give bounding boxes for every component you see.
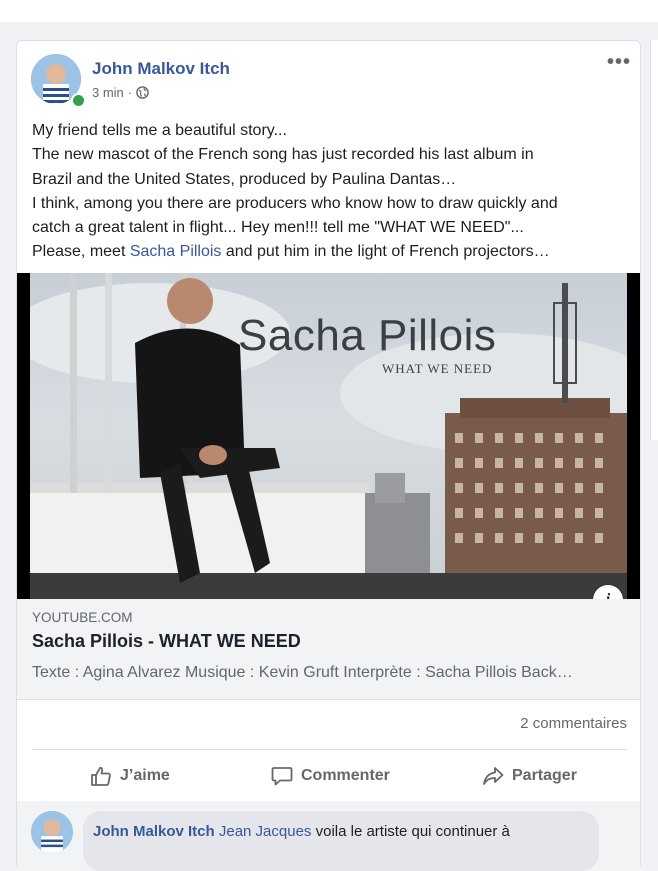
comment-author[interactable]: John Malkov Itch <box>93 823 215 840</box>
share-button[interactable]: Partager <box>482 759 577 793</box>
post-text-line: My friend tells me a beautiful story... <box>32 122 287 139</box>
top-bar <box>0 0 658 22</box>
like-label: J’aime <box>120 767 170 784</box>
comments-count[interactable]: 2 commentaires <box>487 715 627 732</box>
speech-bubble-icon <box>271 767 293 786</box>
post-text-suffix: and put him in the light of French proje… <box>221 243 550 261</box>
thumbnail-subtitle: WHAT WE NEED <box>382 361 493 376</box>
meta-separator: · <box>127 85 133 100</box>
like-button[interactable]: J’aime <box>90 759 170 793</box>
comments-section: John Malkov Itch Jean Jacques voila le a… <box>17 801 640 871</box>
post-text-line: The new mascot of the French song has ju… <box>32 146 534 164</box>
link-description: Texte : Agina Alvarez Musique : Kevin Gr… <box>32 664 573 681</box>
post-text-line: I think, among you there are producers w… <box>32 194 558 212</box>
link-domain: YOUTUBE.COM <box>32 610 133 625</box>
link-title[interactable]: Sacha Pillois - WHAT WE NEED <box>32 631 301 652</box>
comment-text: John Malkov Itch Jean Jacques voila le a… <box>93 823 510 840</box>
comment-bubble: John Malkov Itch Jean Jacques voila le a… <box>83 811 599 871</box>
post-text: My friend tells me a beautiful story... … <box>32 119 632 265</box>
post-text-line-last: Please, meet Sacha Pillois and put him i… <box>32 240 632 264</box>
comment-button[interactable]: Commenter <box>271 759 390 793</box>
post-text-line: catch a great talent in flight... Hey me… <box>32 219 524 237</box>
comment-label: Commenter <box>301 767 390 784</box>
post-text-prefix: Please, meet <box>32 243 130 261</box>
post-card: John Malkov Itch 3 min · ••• My friend t… <box>16 40 641 871</box>
commenter-avatar[interactable] <box>31 811 73 853</box>
online-status-dot <box>71 93 86 108</box>
comment-mention[interactable]: Jean Jacques <box>219 823 312 840</box>
mention-link[interactable]: Sacha Pillois <box>130 243 222 260</box>
share-arrow-icon <box>483 767 504 785</box>
post-text-line: Brazil and the United States, produced b… <box>32 170 457 188</box>
thumbs-up-icon <box>91 766 111 786</box>
post-meta: 3 min · <box>92 85 149 100</box>
thumbnail-title: Sacha Pillois <box>238 311 497 360</box>
comment-body: voila le artiste qui continuer à <box>311 823 510 840</box>
link-info-box[interactable]: YOUTUBE.COM Sacha Pillois - WHAT WE NEED… <box>17 599 640 700</box>
share-label: Partager <box>512 767 577 784</box>
actions-divider <box>33 749 627 750</box>
globe-icon[interactable] <box>136 86 149 99</box>
right-column-edge <box>650 40 658 440</box>
post-time[interactable]: 3 min <box>92 85 124 100</box>
link-preview-image[interactable]: Sacha Pillois WHAT WE NEED <box>17 273 640 599</box>
more-options-icon[interactable]: ••• <box>607 52 631 75</box>
post-author-name[interactable]: John Malkov Itch <box>92 59 230 79</box>
video-thumbnail: Sacha Pillois WHAT WE NEED <box>30 273 627 599</box>
